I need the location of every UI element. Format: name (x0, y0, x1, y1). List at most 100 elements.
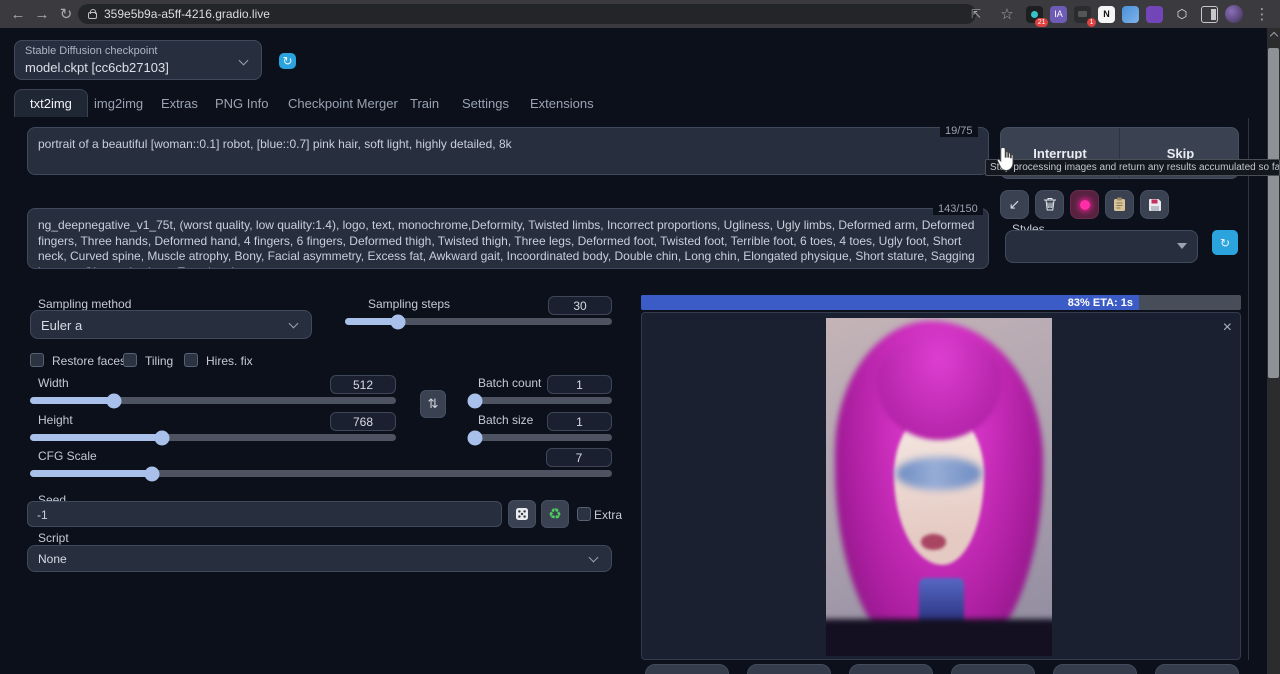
extension-onenote-icon[interactable] (1146, 6, 1163, 23)
progress-text: 83% ETA: 1s (1068, 297, 1133, 309)
chevron-down-icon (289, 319, 299, 329)
extra-seed-label: Extra (594, 508, 622, 522)
sampling-method-dropdown[interactable]: Euler a (30, 310, 312, 339)
address-bar[interactable]: 359e5b9a-a5ff-4216.gradio.live (78, 4, 976, 24)
batch-count-slider[interactable] (468, 397, 612, 404)
width-slider[interactable] (30, 397, 396, 404)
tab-txt2img[interactable]: txt2img (14, 89, 88, 117)
dice-icon (515, 507, 529, 521)
save-style-button[interactable] (1140, 190, 1169, 219)
width-label: Width (38, 376, 69, 390)
result-action-button[interactable] (1155, 664, 1239, 674)
share-icon[interactable]: ⇱ (964, 7, 988, 21)
chevron-down-icon (239, 56, 249, 66)
height-label: Height (38, 413, 73, 427)
image-shoulders (826, 619, 1052, 656)
sampling-steps-slider[interactable] (345, 318, 612, 325)
sampling-method-value: Euler a (41, 318, 82, 333)
progress-bar: 83% ETA: 1s (641, 295, 1241, 310)
site-lock-icon[interactable] (88, 12, 97, 19)
sampling-steps-value[interactable]: 30 (548, 296, 612, 315)
result-action-button[interactable] (849, 664, 933, 674)
tab-extras[interactable]: Extras (161, 96, 198, 111)
browser-back-icon[interactable]: ← (6, 6, 30, 23)
styles-refresh-button[interactable]: ↻ (1212, 230, 1238, 255)
bookmark-star-icon[interactable]: ☆ (995, 5, 1019, 23)
url-text[interactable]: 359e5b9a-a5ff-4216.gradio.live (104, 7, 270, 21)
clear-prompt-button[interactable] (1035, 190, 1064, 219)
progress-fill: 83% ETA: 1s (641, 295, 1139, 310)
batch-size-label: Batch size (478, 413, 533, 427)
result-action-button[interactable] (645, 664, 729, 674)
generated-image[interactable] (826, 318, 1052, 656)
extension-badge: 21 (1035, 18, 1048, 27)
swap-width-height-button[interactable]: ⇅ (420, 390, 446, 418)
checkpoint-refresh-button[interactable]: ↻ (279, 53, 296, 69)
tab-img2img[interactable]: img2img (94, 96, 143, 111)
browser-menu-icon[interactable]: ⋮ (1250, 5, 1274, 23)
seed-value: -1 (37, 508, 48, 522)
random-seed-button[interactable] (508, 500, 536, 528)
mouse-cursor (995, 146, 1019, 172)
height-slider[interactable] (30, 434, 396, 441)
cfg-scale-slider[interactable] (30, 470, 612, 477)
browser-toolbar: ← → ↻ 359e5b9a-a5ff-4216.gradio.live ⇱ ☆… (0, 0, 1280, 28)
stable-diffusion-webui: ← → ↻ 359e5b9a-a5ff-4216.gradio.live ⇱ ☆… (0, 0, 1280, 674)
paste-generation-params-button[interactable]: ↙ (1000, 190, 1029, 219)
prompt-input[interactable]: portrait of a beautiful [woman::0.1] rob… (27, 127, 989, 175)
interrupt-tooltip: Stop processing images and return any re… (985, 159, 1280, 176)
negative-prompt-token-counter: 143/150 (933, 203, 983, 215)
script-label: Script (38, 531, 69, 545)
extension-pin-icon[interactable]: 21 (1026, 6, 1043, 23)
cfg-scale-value[interactable]: 7 (546, 448, 612, 467)
extension-badge: 1 (1087, 18, 1096, 27)
apply-styles-button[interactable] (1105, 190, 1134, 219)
profile-avatar[interactable] (1225, 5, 1243, 23)
batch-count-label: Batch count (478, 376, 541, 390)
scrollbar-thumb[interactable] (1268, 48, 1279, 378)
recycle-icon: ♻ (548, 505, 561, 523)
result-gallery: × (641, 312, 1241, 660)
styles-dropdown[interactable] (1005, 230, 1198, 263)
cfg-scale-label: CFG Scale (38, 449, 97, 463)
negative-prompt-input[interactable]: ng_deepnegative_v1_75t, (worst quality, … (27, 208, 989, 269)
hires-fix-checkbox[interactable] (184, 353, 198, 367)
tab-checkpoint-merger[interactable]: Checkpoint Merger (288, 96, 398, 111)
close-icon[interactable]: × (1223, 321, 1232, 335)
tab-png-info[interactable]: PNG Info (215, 96, 268, 111)
result-action-button[interactable] (1053, 664, 1137, 674)
batch-size-slider[interactable] (468, 434, 612, 441)
extension-ia-icon[interactable]: IA (1050, 6, 1067, 23)
result-action-button[interactable] (951, 664, 1035, 674)
reuse-seed-button[interactable]: ♻ (541, 500, 569, 528)
sidebar-toggle-icon[interactable] (1201, 6, 1218, 23)
tiling-label: Tiling (145, 354, 173, 368)
image-eyeshadow (896, 457, 982, 491)
save-floppy-icon (1148, 198, 1162, 212)
restore-faces-checkbox[interactable] (30, 353, 44, 367)
extension-image-icon[interactable] (1122, 6, 1139, 23)
clipboard-icon (1113, 197, 1126, 212)
sampling-steps-label: Sampling steps (368, 297, 450, 311)
tab-train[interactable]: Train (410, 96, 439, 111)
result-action-button[interactable] (747, 664, 831, 674)
batch-size-value[interactable]: 1 (547, 412, 612, 431)
height-value[interactable]: 768 (330, 412, 396, 431)
tiling-checkbox[interactable] (123, 353, 137, 367)
prompt-token-counter: 19/75 (940, 125, 978, 137)
checkpoint-dropdown[interactable]: Stable Diffusion checkpoint model.ckpt [… (14, 40, 262, 80)
extra-networks-button[interactable] (1070, 190, 1099, 219)
script-dropdown[interactable]: None (27, 545, 612, 572)
tab-settings[interactable]: Settings (462, 96, 509, 111)
extra-seed-checkbox[interactable] (577, 507, 591, 521)
tab-extensions[interactable]: Extensions (530, 96, 594, 111)
extensions-puzzle-icon[interactable]: ⬡ (1170, 7, 1194, 21)
browser-reload-icon[interactable]: ↻ (54, 5, 78, 23)
width-value[interactable]: 512 (330, 375, 396, 394)
extension-screenshot-icon[interactable]: 1 (1074, 6, 1091, 23)
swap-icon: ⇅ (428, 396, 439, 412)
extension-notion-icon[interactable]: N (1098, 6, 1115, 23)
batch-count-value[interactable]: 1 (547, 375, 612, 394)
seed-input[interactable]: -1 (27, 501, 502, 527)
browser-forward-icon[interactable]: → (30, 6, 54, 23)
